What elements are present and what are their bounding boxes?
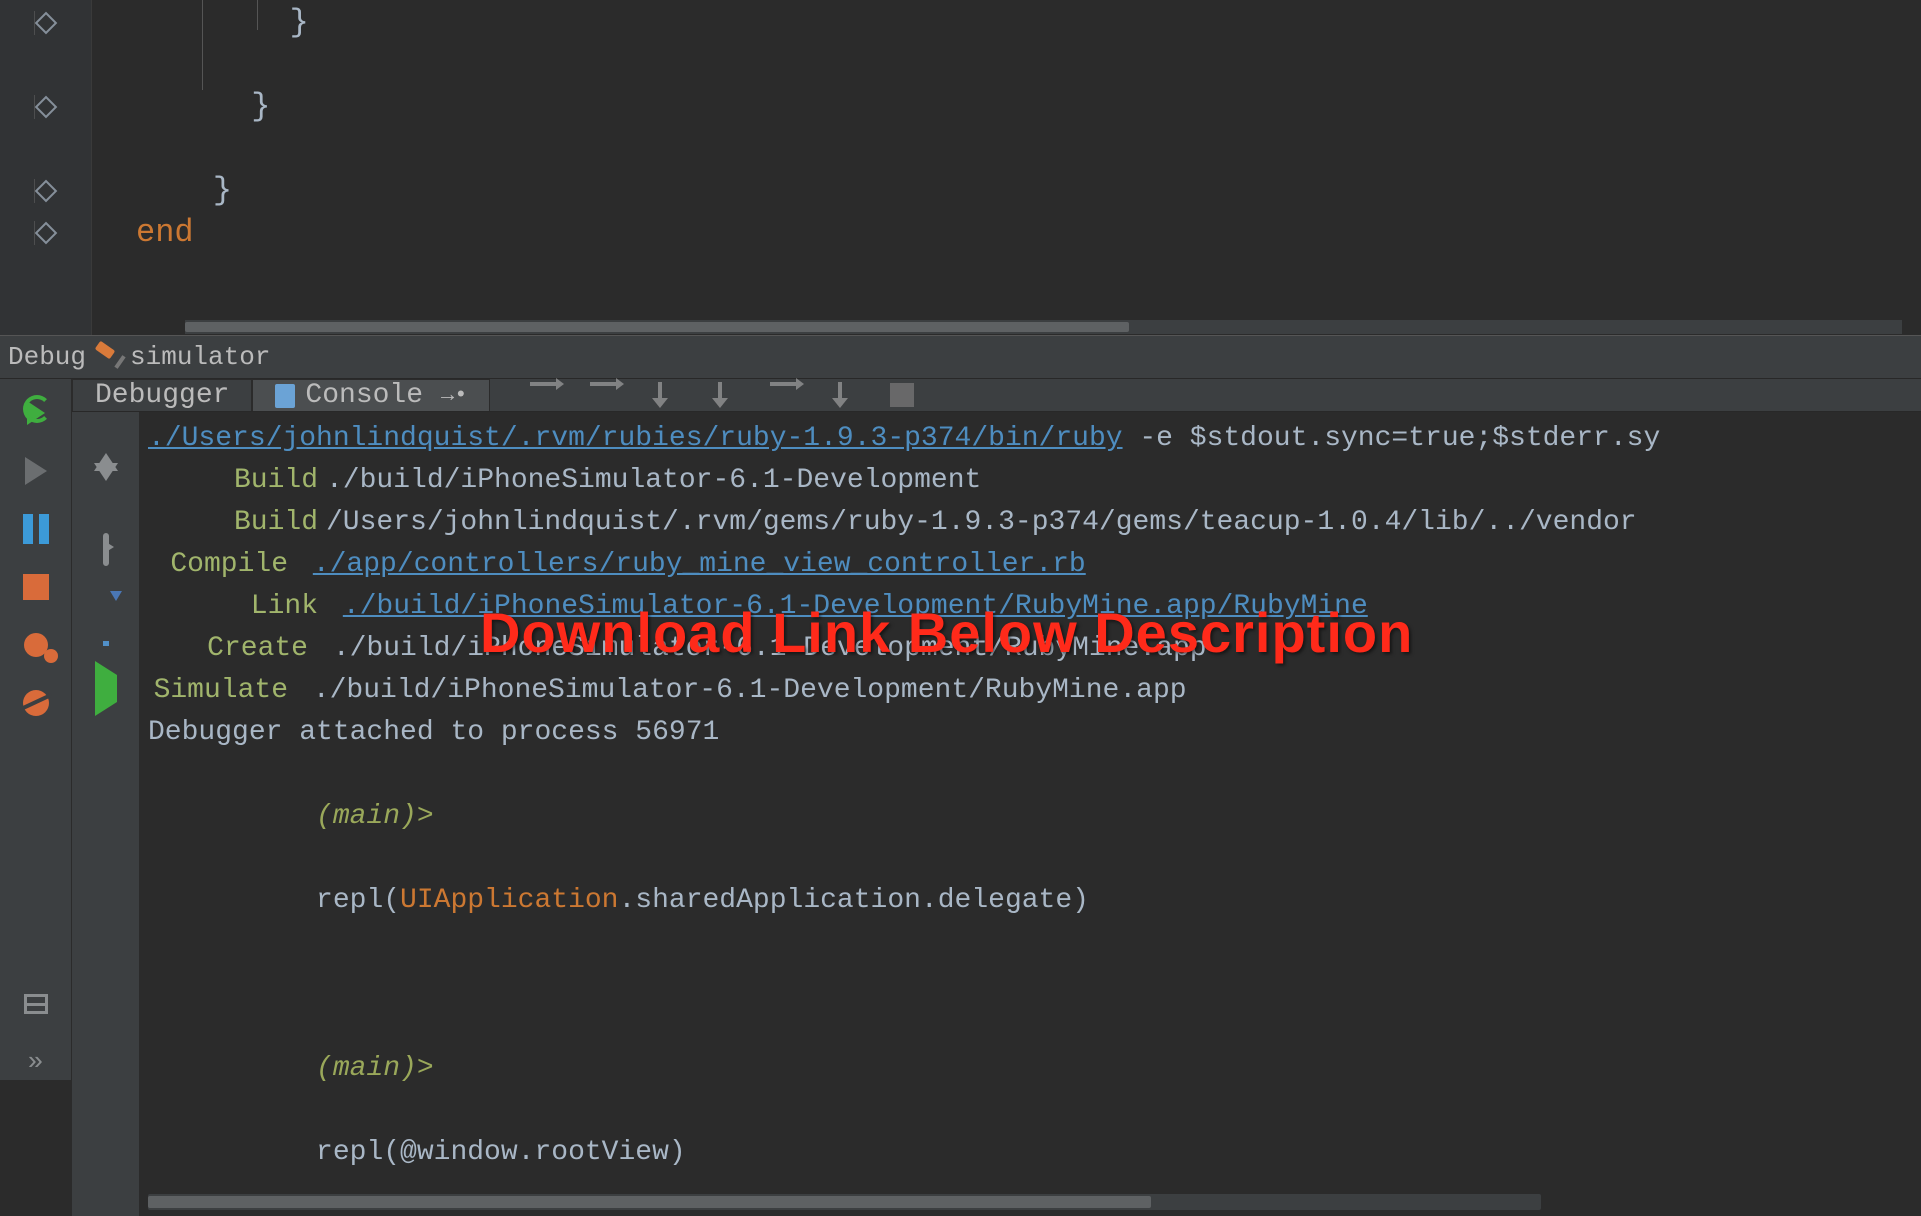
mute-breakpoints-icon xyxy=(23,690,49,716)
tab-label: Console xyxy=(305,380,423,411)
code-line: } xyxy=(136,86,1921,128)
debug-tool-panel: » Debugger Console →• xyxy=(0,379,1921,1080)
arrow-down-icon xyxy=(94,463,118,508)
mute-breakpoints-button[interactable] xyxy=(18,685,54,721)
pin-icon[interactable]: →• xyxy=(433,383,467,408)
debug-tabs: Debugger Console →• xyxy=(72,379,1921,412)
soft-wrap-icon xyxy=(103,533,109,566)
build-label: Build xyxy=(148,460,318,502)
layout-icon xyxy=(24,994,48,1014)
editor-body[interactable]: } } } end xyxy=(92,0,1921,335)
view-breakpoints-button[interactable] xyxy=(18,627,54,663)
stop-icon xyxy=(23,574,49,600)
console-horizontal-scrollbar[interactable] xyxy=(148,1194,1541,1210)
tab-console[interactable]: Console →• xyxy=(252,379,490,411)
pause-button[interactable] xyxy=(18,511,54,547)
force-step-into-button[interactable] xyxy=(710,382,740,408)
step-over-button[interactable] xyxy=(590,382,620,408)
fold-icon[interactable] xyxy=(34,222,57,245)
editor-gutter xyxy=(0,0,92,335)
simulate-label: Simulate xyxy=(148,670,288,712)
console-text: /Users/johnlindquist/.rvm/gems/ruby-1.9.… xyxy=(326,507,1637,538)
console-text: ./build/iPhoneSimulator-6.1-Development/… xyxy=(333,633,1207,664)
console-link[interactable]: ./Users/johnlindquist/.rvm/rubies/ruby-1… xyxy=(148,423,1123,454)
console-output[interactable]: ./Users/johnlindquist/.rvm/rubies/ruby-1… xyxy=(140,412,1921,1216)
chevron-right-icon: » xyxy=(28,1047,44,1077)
console-link[interactable]: ./app/controllers/ruby_mine_view_control… xyxy=(313,549,1086,580)
tab-debugger[interactable]: Debugger xyxy=(72,379,252,411)
repl-text: repl( xyxy=(316,1137,400,1168)
fold-icon[interactable] xyxy=(34,96,57,119)
debug-step-toolbar xyxy=(490,379,914,411)
fold-icon[interactable] xyxy=(34,180,57,203)
debug-toolwindow-header: Debug simulator xyxy=(0,335,1921,379)
tab-label: Debugger xyxy=(95,380,229,411)
console-text: ./build/iPhoneSimulator-6.1-Development xyxy=(326,465,981,496)
repl-text: .sharedApplication.delegate) xyxy=(618,885,1088,916)
editor-horizontal-scrollbar[interactable] xyxy=(184,319,1903,335)
fold-icon[interactable] xyxy=(34,12,57,35)
repl-class: UIApplication xyxy=(400,885,618,916)
code-line: } xyxy=(136,2,1921,44)
repl-text: repl( xyxy=(316,885,400,916)
compile-label: Compile xyxy=(148,544,288,586)
scrollbar-thumb[interactable] xyxy=(185,322,1129,332)
stop-button[interactable] xyxy=(18,569,54,605)
console-left-rail xyxy=(72,412,140,1216)
repl-prompt: (main)> xyxy=(316,801,434,832)
panel-main: Debugger Console →• xyxy=(72,379,1921,1080)
show-execution-point-button[interactable] xyxy=(530,382,560,408)
code-line: } xyxy=(136,170,1921,212)
repl-text: ) xyxy=(669,1137,686,1168)
soft-wrap-button[interactable] xyxy=(103,536,109,563)
build-label: Build xyxy=(148,502,318,544)
console-icon xyxy=(275,384,295,408)
debugger-attached-text: Debugger attached to process 56971 xyxy=(148,712,1913,754)
repl-text: .rootView xyxy=(518,1137,669,1168)
rerun-icon xyxy=(27,401,45,425)
scrollbar-thumb[interactable] xyxy=(148,1196,1151,1208)
debug-left-rail: » xyxy=(0,379,72,1080)
layout-button[interactable] xyxy=(18,986,54,1022)
keyword-end: end xyxy=(136,214,194,251)
breakpoints-icon xyxy=(24,633,48,657)
link-label: Link xyxy=(148,586,318,628)
code-line xyxy=(136,128,1921,170)
play-icon xyxy=(95,661,117,716)
scroll-down-button[interactable] xyxy=(94,481,118,508)
step-out-button[interactable] xyxy=(770,382,800,408)
code-editor[interactable]: } } } end xyxy=(0,0,1921,335)
debug-label: Debug xyxy=(8,342,86,372)
console-text: ./build/iPhoneSimulator-6.1-Development/… xyxy=(313,675,1187,706)
execute-button[interactable] xyxy=(95,675,117,702)
rerun-button[interactable] xyxy=(18,395,54,431)
run-config-icon xyxy=(96,345,120,369)
console-link[interactable]: ./build/iPhoneSimulator-6.1-Development/… xyxy=(343,591,1368,622)
scroll-up-button[interactable] xyxy=(94,426,118,453)
expand-button[interactable]: » xyxy=(18,1044,54,1080)
pause-icon xyxy=(23,514,49,544)
repl-prompt: (main)> xyxy=(316,1053,434,1084)
create-label: Create xyxy=(148,628,308,670)
console-area: ./Users/johnlindquist/.rvm/rubies/ruby-1… xyxy=(72,412,1921,1216)
step-into-button[interactable] xyxy=(650,382,680,408)
resume-button[interactable] xyxy=(18,453,54,489)
console-text: -e $stdout.sync=true;$stderr.sy xyxy=(1123,423,1661,454)
evaluate-expression-button[interactable] xyxy=(890,383,914,407)
repl-ivar: @window xyxy=(400,1137,518,1168)
code-line xyxy=(136,44,1921,86)
play-icon xyxy=(25,457,47,485)
run-config-name: simulator xyxy=(130,342,270,372)
run-to-cursor-button[interactable] xyxy=(830,382,860,408)
